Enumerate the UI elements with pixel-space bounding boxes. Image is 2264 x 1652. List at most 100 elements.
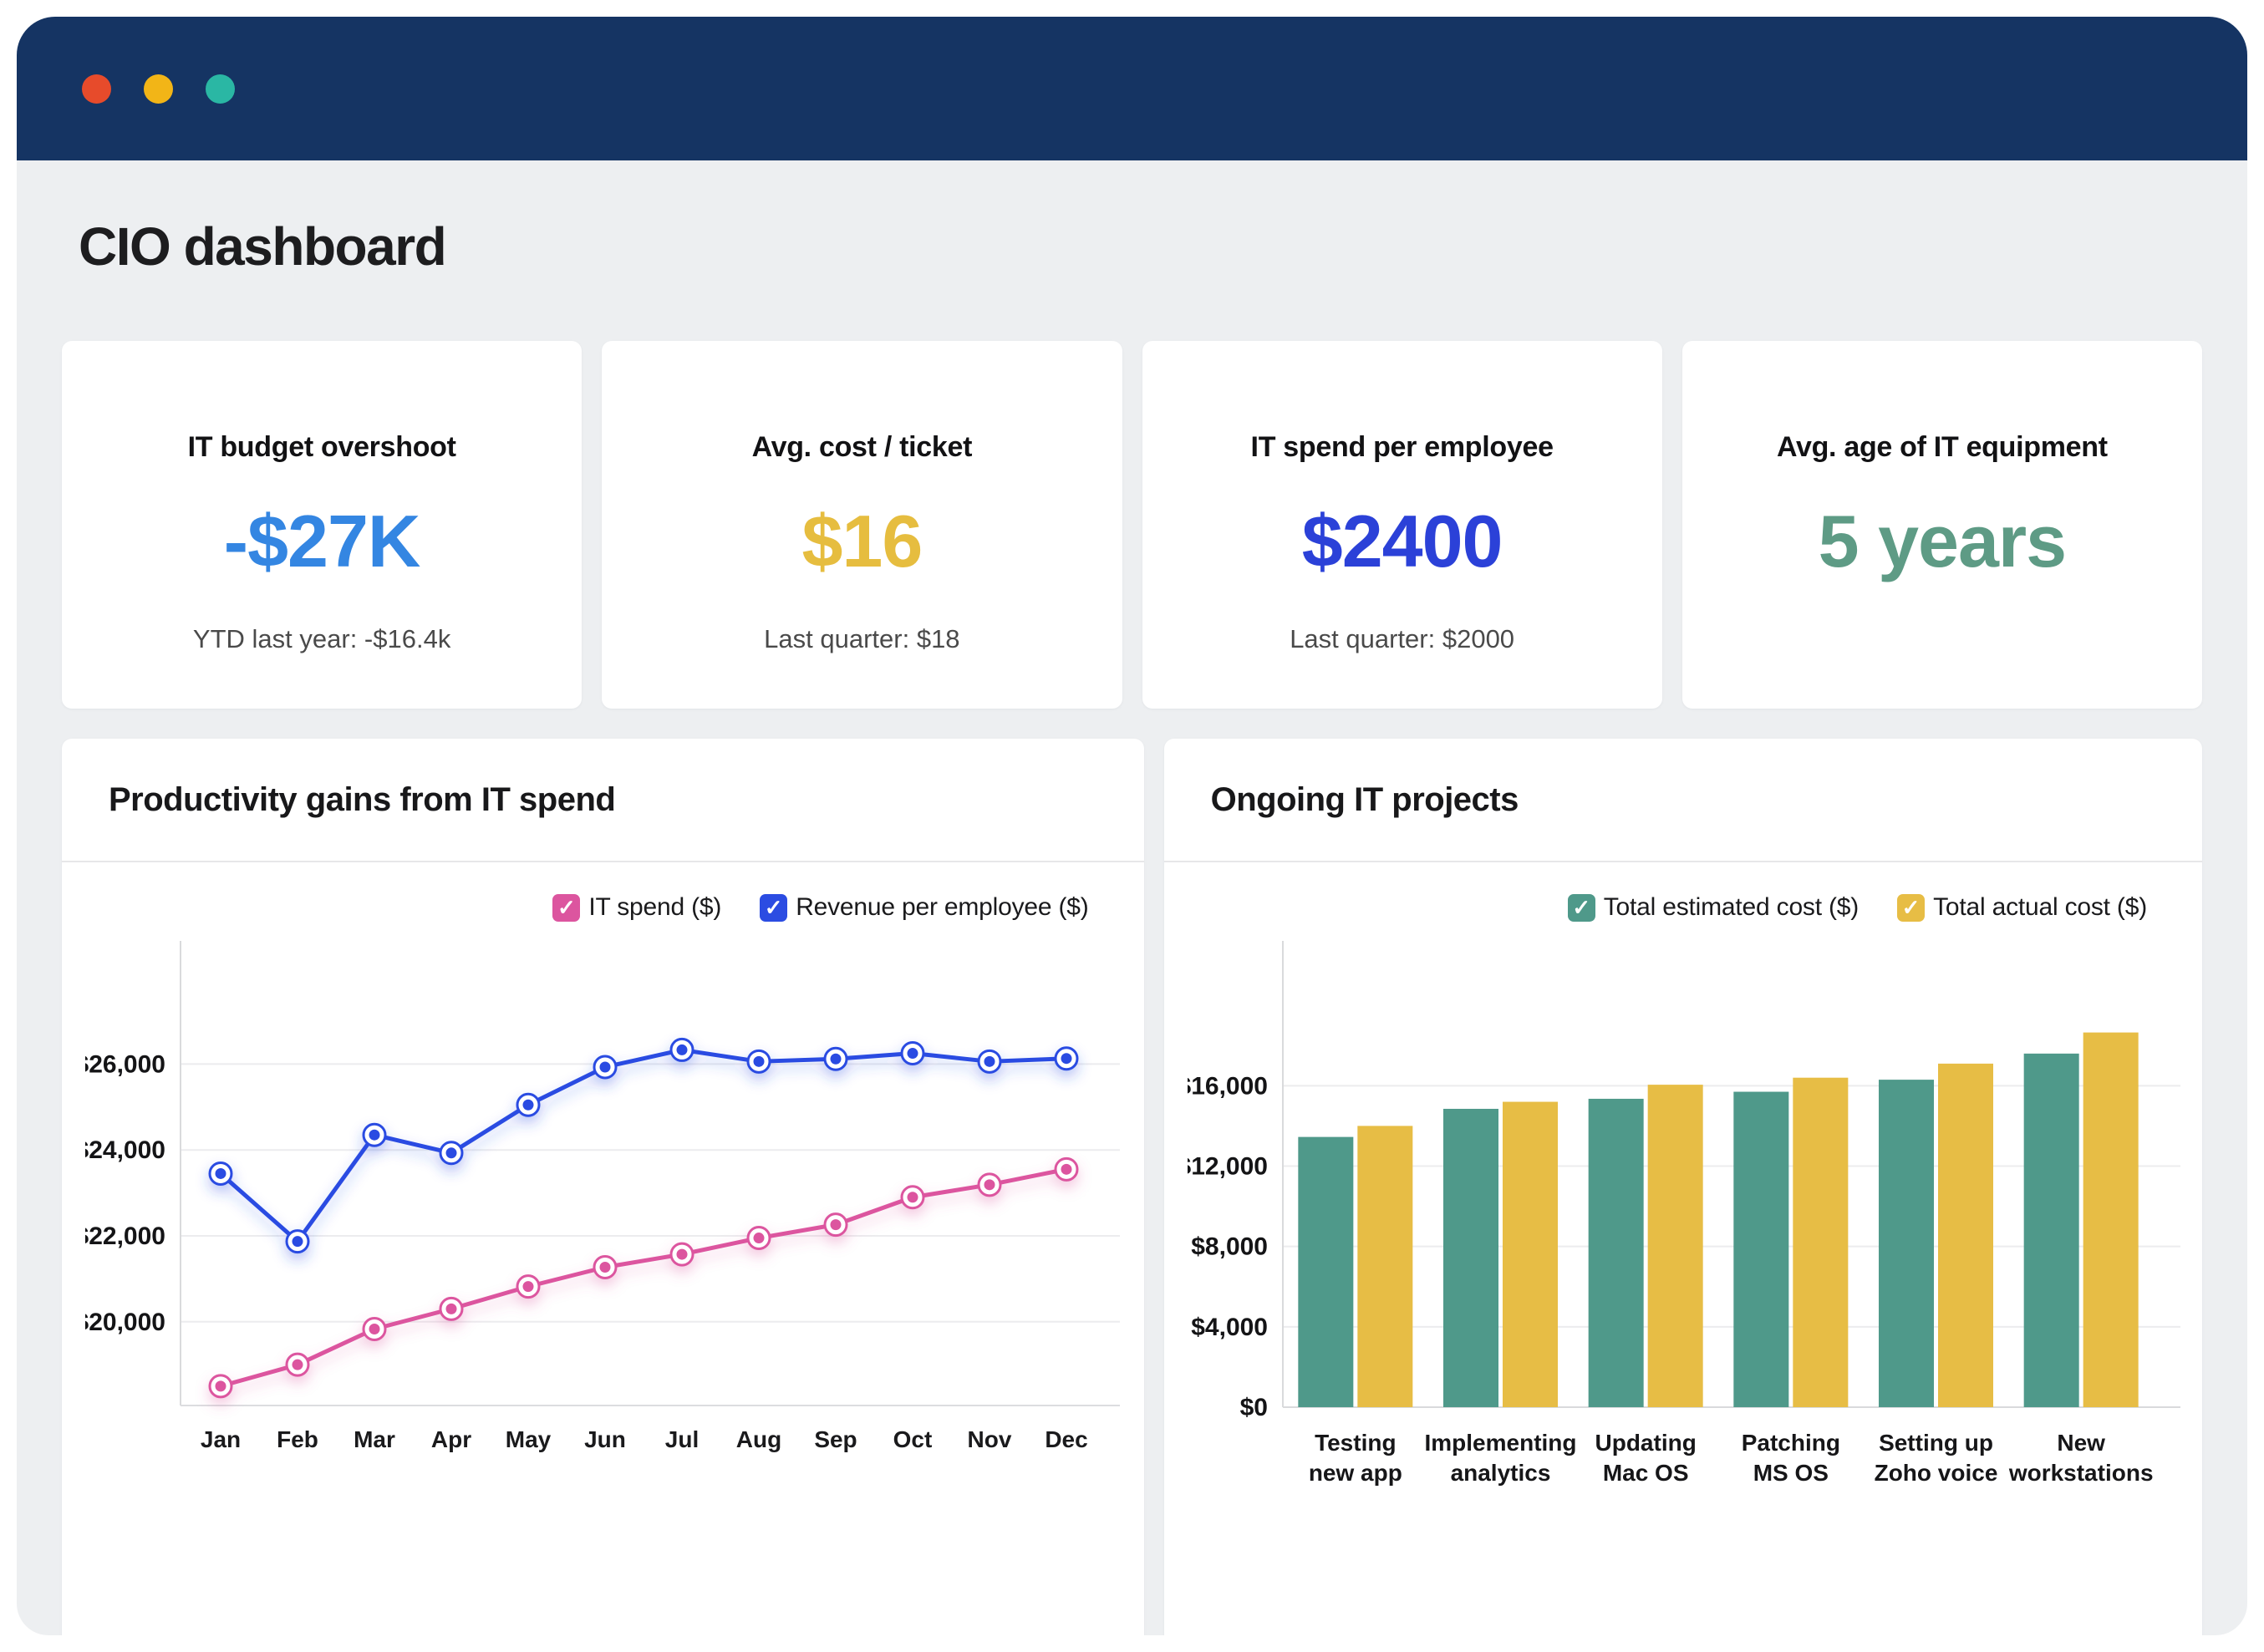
data-point-marker-center <box>1061 1164 1072 1175</box>
line-chart-legend: ✓ IT spend ($) ✓ Revenue per employee ($) <box>62 891 1144 924</box>
bar <box>2083 1033 2138 1407</box>
y-axis-tick-label: $26,000 <box>85 1050 165 1078</box>
x-axis-tick-label: Jan <box>201 1426 241 1452</box>
kpi-subtitle: Last quarter: $18 <box>602 624 1122 654</box>
data-point-marker-center <box>677 1045 688 1055</box>
close-button-icon[interactable] <box>82 74 111 104</box>
series-line <box>221 1050 1066 1241</box>
kpi-card-avg-cost-ticket: Avg. cost / ticket $16 Last quarter: $18 <box>602 341 1122 709</box>
x-axis-category-label: Zoho voice <box>1874 1460 1997 1486</box>
kpi-value: -$27K <box>62 499 582 584</box>
data-point-marker-center <box>216 1168 226 1179</box>
x-axis-tick-label: Oct <box>893 1426 933 1452</box>
kpi-title: Avg. cost / ticket <box>602 431 1122 464</box>
legend-item: ✓ Total actual cost ($) <box>1897 893 2147 922</box>
x-axis-tick-label: Jun <box>584 1426 626 1452</box>
bar <box>1647 1085 1702 1407</box>
data-point-marker-center <box>216 1380 226 1391</box>
projects-chart-card: Ongoing IT projects ✓Total estimated cos… <box>1164 739 2202 1635</box>
kpi-title: IT spend per employee <box>1142 431 1662 464</box>
app-window: CIO dashboard IT budget overshoot -$27K … <box>17 17 2247 1635</box>
data-point-marker-center <box>754 1056 765 1067</box>
productivity-line-chart: $20,000$22,000$24,000$26,000JanFebMarApr… <box>85 929 1122 1514</box>
y-axis-tick-label: $24,000 <box>85 1136 165 1164</box>
x-axis-category-label: Updating <box>1595 1430 1696 1456</box>
bar-chart-legend: ✓Total estimated cost ($)✓Total actual c… <box>1164 891 2202 924</box>
dashboard-content: CIO dashboard IT budget overshoot -$27K … <box>17 216 2247 1635</box>
kpi-subtitle: Last quarter: $2000 <box>1142 624 1662 654</box>
charts-row: Productivity gains from IT spend ✓IT spe… <box>62 739 2202 1635</box>
data-point-marker-center <box>369 1130 380 1141</box>
data-point-marker-center <box>446 1147 457 1158</box>
kpi-value: 5 years <box>1682 499 2202 584</box>
chart-title: Ongoing IT projects <box>1211 781 1519 819</box>
data-point-marker-center <box>293 1236 303 1247</box>
y-axis-tick-label: $20,000 <box>85 1309 165 1336</box>
legend-checkbox-check-icon[interactable]: ✓ <box>552 894 580 922</box>
data-point-marker-center <box>984 1056 995 1067</box>
data-point-marker-center <box>908 1192 918 1202</box>
data-point-marker-center <box>523 1281 534 1292</box>
kpi-value: $2400 <box>1142 499 1662 584</box>
x-axis-tick-label: Jul <box>665 1426 699 1452</box>
legend-label: Total actual cost ($) <box>1933 893 2147 922</box>
y-axis-tick-label: $16,000 <box>1188 1072 1268 1100</box>
x-axis-tick-label: May <box>506 1426 552 1452</box>
data-point-marker-center <box>523 1100 534 1111</box>
productivity-chart-card: Productivity gains from IT spend ✓IT spe… <box>62 739 1144 1635</box>
x-axis-category-label: new app <box>1308 1460 1402 1486</box>
legend-label: Revenue per employee ($) <box>796 893 1088 922</box>
window-titlebar <box>17 17 2247 160</box>
x-axis-tick-label: Feb <box>277 1426 318 1452</box>
data-point-marker-center <box>677 1249 688 1260</box>
data-point-marker-center <box>600 1262 611 1273</box>
minimize-button-icon[interactable] <box>144 74 173 104</box>
data-point-marker-center <box>908 1048 918 1059</box>
page-title: CIO dashboard <box>62 216 2202 277</box>
legend-checkbox-check-icon[interactable]: ✓ <box>1897 894 1925 922</box>
bar <box>1938 1064 1993 1407</box>
x-axis-category-label: analytics <box>1450 1460 1550 1486</box>
x-axis-tick-label: Sep <box>814 1426 857 1452</box>
y-axis-tick-label: $0 <box>1239 1394 1267 1421</box>
y-axis-tick-label: $8,000 <box>1191 1233 1268 1261</box>
kpi-value: $16 <box>602 499 1122 584</box>
bar <box>1733 1092 1788 1407</box>
x-axis-category-label: Patching <box>1741 1430 1839 1456</box>
legend-item: ✓ Revenue per employee ($) <box>760 893 1088 922</box>
x-axis-category-label: Implementing <box>1424 1430 1576 1456</box>
zoom-button-icon[interactable] <box>206 74 235 104</box>
legend-checkbox-check-icon[interactable]: ✓ <box>760 894 787 922</box>
x-axis-category-label: Mac OS <box>1602 1460 1688 1486</box>
legend-item: ✓Total estimated cost ($) <box>1568 893 1859 922</box>
x-axis-category-label: MS OS <box>1753 1460 1828 1486</box>
bar <box>1443 1109 1498 1407</box>
kpi-card-it-spend-per-employee: IT spend per employee $2400 Last quarter… <box>1142 341 1662 709</box>
legend-checkbox-check-icon[interactable]: ✓ <box>1568 894 1595 922</box>
bar <box>2023 1054 2078 1407</box>
bar <box>1298 1137 1353 1407</box>
x-axis-tick-label: Mar <box>354 1426 395 1452</box>
series-line <box>221 1169 1066 1386</box>
kpi-title: IT budget overshoot <box>62 431 582 464</box>
x-axis-tick-label: Apr <box>431 1426 471 1452</box>
kpi-title: Avg. age of IT equipment <box>1682 431 2202 464</box>
x-axis-tick-label: Dec <box>1045 1426 1087 1452</box>
y-axis-tick-label: $12,000 <box>1188 1152 1268 1180</box>
chart-header: Ongoing IT projects <box>1164 739 2202 862</box>
x-axis-category-label: Testing <box>1315 1430 1396 1456</box>
kpi-card-avg-age-it-equipment: Avg. age of IT equipment 5 years <box>1682 341 2202 709</box>
data-point-marker-center <box>600 1061 611 1072</box>
data-point-marker-center <box>293 1360 303 1370</box>
data-point-marker-center <box>831 1219 842 1230</box>
legend-label: IT spend ($) <box>588 893 721 922</box>
data-point-marker-center <box>754 1233 765 1243</box>
data-point-marker-center <box>369 1324 380 1334</box>
data-point-marker-center <box>446 1304 457 1314</box>
x-axis-tick-label: Aug <box>736 1426 781 1452</box>
bar <box>1357 1126 1412 1407</box>
projects-bar-chart: $0$4,000$8,000$12,000$16,000Testingnew a… <box>1188 929 2182 1514</box>
bar <box>1793 1078 1848 1407</box>
x-axis-tick-label: Nov <box>968 1426 1012 1452</box>
kpi-subtitle: YTD last year: -$16.4k <box>62 624 582 654</box>
